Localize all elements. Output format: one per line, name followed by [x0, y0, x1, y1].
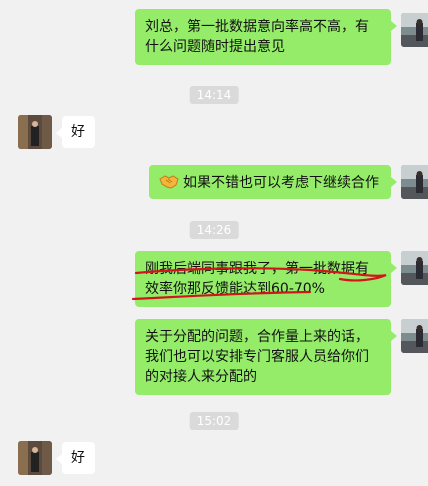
message-bubble-outgoing[interactable]: 关于分配的问题，合作量上来的话，我们也可以安排专门客服人员给你们的对接人来分配的 [135, 319, 397, 395]
timestamp: 14:26 [189, 221, 239, 239]
timestamp: 15:02 [189, 412, 239, 430]
message-bubble-outgoing[interactable]: 刘总，第一批数据意向率高不高，有什么问题随时提出意见 [135, 9, 397, 65]
message-text: 如果不错也可以考虑下继续合作 [183, 175, 379, 191]
timestamp: 14:14 [189, 86, 239, 104]
message-text: 好 [71, 450, 85, 466]
avatar-contact[interactable] [18, 441, 52, 475]
handshake-icon [159, 172, 179, 190]
avatar-self[interactable] [401, 165, 428, 199]
avatar-self[interactable] [401, 319, 428, 353]
avatar-contact[interactable] [18, 115, 52, 149]
message-text: 好 [71, 124, 85, 140]
message-bubble-incoming[interactable]: 好 [56, 442, 95, 474]
message-text: 刘总，第一批数据意向率高不高，有什么问题随时提出意见 [145, 19, 369, 55]
red-underline-annotation [131, 267, 387, 301]
avatar-self[interactable] [401, 13, 428, 47]
avatar-self[interactable] [401, 251, 428, 285]
message-bubble-outgoing[interactable]: 如果不错也可以考虑下继续合作 [149, 165, 397, 199]
message-bubble-incoming[interactable]: 好 [56, 116, 95, 148]
message-text: 关于分配的问题，合作量上来的话，我们也可以安排专门客服人员给你们的对接人来分配的 [145, 329, 369, 385]
